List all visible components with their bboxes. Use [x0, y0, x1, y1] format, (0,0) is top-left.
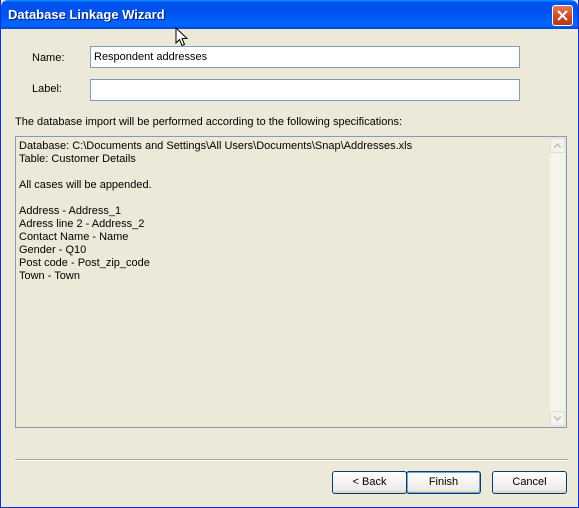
- label-field[interactable]: [90, 79, 520, 101]
- label-label: Label:: [32, 83, 62, 95]
- spec-line: Adress line 2 - Address_2: [19, 218, 145, 230]
- spec-line: Town - Town: [19, 270, 80, 282]
- intro-text: The database import will be performed ac…: [15, 116, 403, 128]
- window-title: Database Linkage Wizard: [8, 7, 165, 22]
- spec-line: Post code - Post_zip_code: [19, 257, 150, 269]
- name-label: Name:: [32, 52, 65, 64]
- spec-line: Gender - Q10: [19, 244, 87, 256]
- close-button[interactable]: [552, 5, 573, 26]
- spec-line: Address - Address_1: [19, 205, 122, 217]
- spec-line: Contact Name - Name: [19, 231, 129, 243]
- spec-line: Table: Customer Details: [19, 153, 136, 165]
- title-bar[interactable]: Database Linkage Wizard: [1, 0, 578, 29]
- cancel-button[interactable]: Cancel: [492, 471, 567, 494]
- finish-button[interactable]: Finish: [406, 471, 481, 494]
- back-button[interactable]: < Back: [332, 471, 407, 494]
- name-field[interactable]: Respondent addresses: [90, 46, 520, 68]
- scroll-up-button[interactable]: [550, 138, 565, 153]
- chevron-down-icon: [554, 416, 561, 421]
- specifications-box[interactable]: Database: C:\Documents and Settings\All …: [15, 136, 567, 428]
- spec-line: Database: C:\Documents and Settings\All …: [19, 140, 413, 152]
- wizard-window: Database Linkage Wizard Name: Respondent…: [0, 0, 579, 508]
- chevron-up-icon: [554, 143, 561, 148]
- spec-line: All cases will be appended.: [19, 179, 152, 191]
- vertical-scrollbar[interactable]: [550, 138, 565, 426]
- scroll-down-button[interactable]: [550, 411, 565, 426]
- footer-divider: [15, 459, 568, 461]
- spec-line: [19, 166, 546, 179]
- specifications-text: Database: C:\Documents and Settings\All …: [19, 140, 546, 283]
- mouse-pointer-icon: [175, 27, 188, 47]
- spec-line: [19, 192, 546, 205]
- close-icon: [557, 10, 568, 21]
